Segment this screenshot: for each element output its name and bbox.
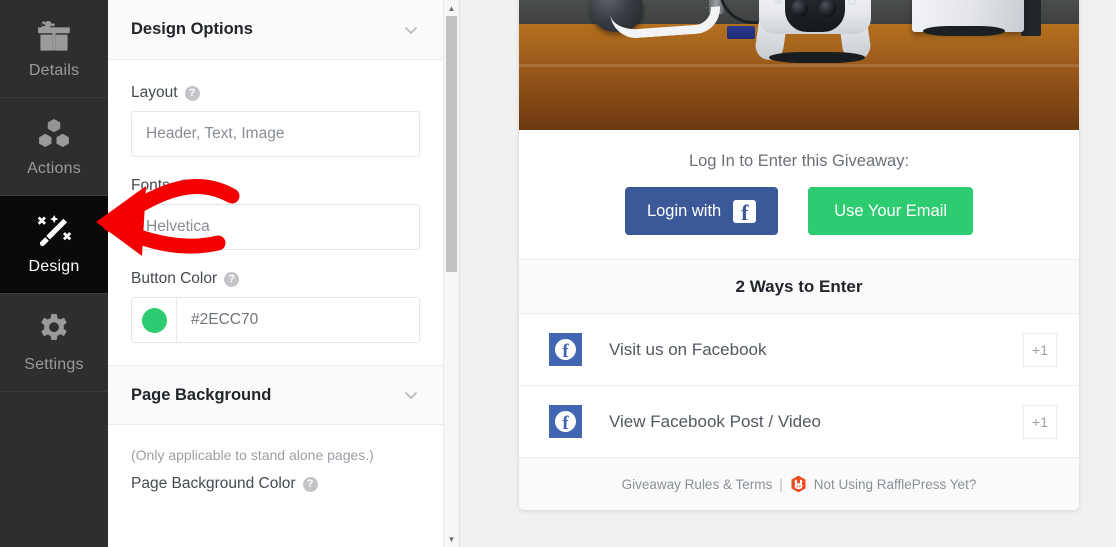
hero-usb-drive bbox=[727, 26, 755, 39]
login-with-facebook-label: Login with bbox=[646, 201, 722, 220]
field-fonts: Fonts ? Helvetica bbox=[131, 177, 420, 250]
facebook-icon bbox=[549, 333, 582, 366]
section-title-design-options: Design Options bbox=[131, 20, 253, 38]
builder-sidebar: Details Actions Design Settings bbox=[0, 0, 108, 547]
giveaway-hero-image bbox=[519, 0, 1079, 130]
help-icon-layout[interactable]: ? bbox=[184, 85, 200, 101]
login-block: Log In to Enter this Giveaway: Login wit… bbox=[519, 130, 1079, 259]
facebook-icon bbox=[549, 405, 582, 438]
layout-select[interactable]: Header, Text, Image bbox=[131, 111, 420, 157]
giveaway-rules-link[interactable]: Giveaway Rules & Terms bbox=[622, 477, 773, 492]
panel-scrollbar[interactable]: ▲ ▼ bbox=[443, 0, 459, 547]
magic-wand-icon bbox=[36, 214, 72, 250]
label-layout-text: Layout bbox=[131, 84, 178, 101]
label-button-color-text: Button Color bbox=[131, 270, 218, 287]
facebook-icon bbox=[733, 199, 757, 226]
section-title-page-background: Page Background bbox=[131, 385, 272, 404]
login-with-facebook-button[interactable]: Login with bbox=[624, 187, 779, 235]
hero-controller-stick-left bbox=[791, 0, 808, 17]
scrollbar-thumb[interactable] bbox=[446, 16, 457, 272]
sidebar-item-details[interactable]: Details bbox=[0, 0, 108, 98]
sidebar-label-design: Design bbox=[28, 257, 80, 275]
sidebar-label-settings: Settings bbox=[24, 355, 84, 373]
field-layout: Layout ? Header, Text, Image bbox=[131, 84, 420, 157]
help-icon-fonts[interactable]: ? bbox=[176, 178, 192, 194]
login-button-row: Login with Use Your Email bbox=[519, 187, 1079, 235]
label-layout: Layout ? bbox=[131, 84, 420, 102]
use-your-email-button[interactable]: Use Your Email bbox=[808, 187, 974, 235]
section-header-design-options[interactable]: Design Options bbox=[108, 0, 443, 60]
facebook-glyph bbox=[555, 339, 576, 363]
gift-icon bbox=[37, 18, 71, 54]
facebook-glyph bbox=[555, 411, 576, 435]
rafflepress-logo bbox=[790, 475, 807, 494]
giveaway-preview-area: Log In to Enter this Giveaway: Login wit… bbox=[460, 0, 1116, 547]
button-color-hex[interactable]: #2ECC70 bbox=[177, 298, 419, 342]
fonts-select-value: Helvetica bbox=[146, 218, 210, 235]
help-icon-page-background-color[interactable]: ? bbox=[302, 476, 318, 492]
rafflepress-giveaway-builder: Details Actions Design Settings Design O… bbox=[0, 0, 1116, 547]
sidebar-item-design[interactable]: Design bbox=[0, 196, 108, 294]
hero-desk bbox=[519, 24, 1079, 130]
help-icon-button-color[interactable]: ? bbox=[224, 271, 240, 287]
entry-points-badge: +1 bbox=[1023, 332, 1057, 367]
hero-console-dark-panel bbox=[1021, 0, 1041, 36]
entry-label: Visit us on Facebook bbox=[609, 339, 767, 359]
sidebar-label-actions: Actions bbox=[27, 159, 81, 177]
giveaway-widget: Log In to Enter this Giveaway: Login wit… bbox=[519, 0, 1079, 510]
sidebar-label-details: Details bbox=[28, 61, 80, 79]
widget-footer: Giveaway Rules & Terms | Not Using Raffl… bbox=[519, 458, 1079, 510]
field-button-color: Button Color ? #2ECC70 bbox=[131, 270, 420, 343]
label-button-color: Button Color ? bbox=[131, 270, 420, 288]
footer-separator: | bbox=[779, 476, 783, 492]
chevron-down-icon[interactable] bbox=[401, 20, 421, 40]
entry-label: View Facebook Post / Video bbox=[609, 411, 822, 431]
ways-to-enter-heading: 2 Ways to Enter bbox=[519, 259, 1079, 314]
sidebar-item-actions[interactable]: Actions bbox=[0, 98, 108, 196]
button-color-input[interactable]: #2ECC70 bbox=[131, 297, 420, 343]
fonts-select[interactable]: Helvetica bbox=[131, 204, 420, 250]
color-swatch-button[interactable] bbox=[132, 298, 177, 342]
hero-controller-stick-right bbox=[819, 0, 836, 17]
cubes-icon bbox=[38, 116, 70, 152]
label-page-background-color-text: Page Background Color bbox=[131, 475, 296, 492]
layout-select-value: Header, Text, Image bbox=[146, 125, 285, 142]
chevron-down-icon-page-background[interactable] bbox=[401, 385, 421, 405]
color-swatch-dot bbox=[141, 307, 167, 333]
entry-row-visit-facebook[interactable]: Visit us on Facebook +1 bbox=[519, 314, 1079, 386]
label-fonts: Fonts ? bbox=[131, 177, 420, 195]
hero-console-stand bbox=[923, 26, 1005, 36]
entry-row-view-facebook-post[interactable]: View Facebook Post / Video +1 bbox=[519, 386, 1079, 458]
entry-points-badge: +1 bbox=[1023, 404, 1057, 439]
sidebar-item-settings[interactable]: Settings bbox=[0, 294, 108, 392]
scroll-down-arrow-icon[interactable]: ▼ bbox=[444, 531, 459, 547]
scroll-up-arrow-icon[interactable]: ▲ bbox=[444, 0, 459, 16]
design-options-panel: Design Options Layout ? Header, Text, Im… bbox=[108, 0, 460, 547]
not-using-rafflepress-link[interactable]: Not Using RafflePress Yet? bbox=[814, 477, 977, 492]
design-options-body: Layout ? Header, Text, Image Fonts ? Hel… bbox=[108, 60, 443, 343]
section-header-page-background[interactable]: Page Background bbox=[108, 365, 443, 425]
hero-controller-face-buttons bbox=[841, 0, 863, 5]
label-page-background-color: Page Background Color ? bbox=[108, 475, 443, 493]
label-fonts-text: Fonts bbox=[131, 177, 170, 194]
page-background-note: (Only applicable to stand alone pages.) bbox=[131, 447, 374, 463]
gear-icon bbox=[38, 312, 70, 348]
hero-controller-dpad bbox=[768, 0, 788, 4]
login-title: Log In to Enter this Giveaway: bbox=[688, 152, 910, 170]
hero-controller-shadow bbox=[769, 52, 865, 63]
